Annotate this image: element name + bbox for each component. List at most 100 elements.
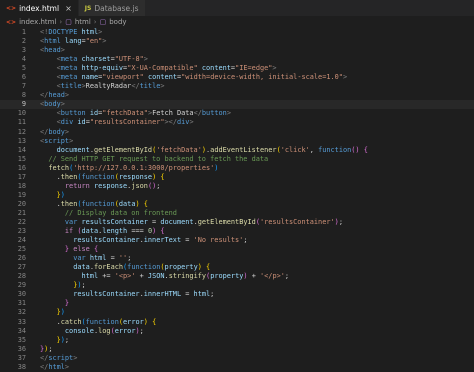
code-line[interactable]: 38 </html> bbox=[0, 363, 474, 372]
code-token: function bbox=[81, 172, 115, 181]
code-line[interactable]: 34 console.log(error); bbox=[0, 327, 474, 336]
code-line[interactable]: 33 .catch(function(error) { bbox=[0, 318, 474, 327]
code-text: document.getElementById('fetchData').add… bbox=[40, 146, 474, 155]
code-line[interactable]: 6 <meta name="viewport" content="width=d… bbox=[0, 73, 474, 82]
breadcrumb-item-html[interactable]: html bbox=[75, 18, 91, 26]
code-line[interactable]: 17 .then(function(response) { bbox=[0, 173, 474, 182]
code-line[interactable]: 32 }) bbox=[0, 308, 474, 317]
code-token: // Display data on frontend bbox=[64, 208, 177, 217]
code-token: lang bbox=[64, 37, 82, 46]
code-line[interactable]: 21 // Display data on frontend bbox=[0, 209, 474, 218]
code-text: } else { bbox=[40, 245, 474, 254]
code-token: charset bbox=[81, 55, 111, 64]
code-token: > bbox=[73, 353, 78, 362]
code-token: '<p>' bbox=[114, 272, 136, 281]
code-token: title bbox=[60, 82, 82, 91]
code-token: script bbox=[44, 136, 70, 145]
code-token: then bbox=[60, 199, 78, 208]
code-line[interactable]: 35 }); bbox=[0, 336, 474, 345]
code-token: 'click' bbox=[280, 145, 310, 154]
code-token: json bbox=[131, 181, 148, 190]
code-line[interactable]: 37 </script> bbox=[0, 354, 474, 363]
code-line[interactable]: 24 resultsContainer.innerText = 'No resu… bbox=[0, 236, 474, 245]
code-line[interactable]: 15 // Send HTTP GET request to backend t… bbox=[0, 155, 474, 164]
breadcrumb-file[interactable]: index.html bbox=[19, 18, 56, 26]
code-token: > bbox=[60, 100, 65, 109]
code-token: = bbox=[181, 290, 194, 299]
breadcrumb-item-body[interactable]: body bbox=[109, 18, 126, 26]
code-line[interactable]: 10 <button id="fetchData">Fetch Data</bu… bbox=[0, 109, 474, 118]
code-token: resultsContainer bbox=[73, 236, 140, 245]
code-line[interactable]: 8 </head> bbox=[0, 91, 474, 100]
code-editor[interactable]: 1 <!DOCTYPE html> 2 <html lang="en"> 3 <head>… bbox=[0, 28, 474, 372]
code-line[interactable]: 14 document.getElementById('fetchData').… bbox=[0, 146, 474, 155]
breadcrumb: <> index.html › ▢ html › ▢ body bbox=[0, 16, 474, 28]
code-line[interactable]: 18 return response.json(); bbox=[0, 182, 474, 191]
code-text: </body> bbox=[40, 128, 474, 137]
line-number: 33 bbox=[17, 317, 26, 326]
code-line[interactable]: 31 } bbox=[0, 299, 474, 308]
code-line[interactable]: 25 } else { bbox=[0, 245, 474, 254]
code-text: resultsContainer.innerText = 'No results… bbox=[40, 236, 474, 245]
code-line[interactable]: 3 <head> bbox=[0, 46, 474, 55]
js-file-icon: JS bbox=[84, 4, 92, 12]
tab-database-js[interactable]: JS Database.js bbox=[78, 0, 146, 16]
code-token: ; bbox=[127, 254, 132, 263]
code-line[interactable]: 29 }); bbox=[0, 281, 474, 290]
code-line[interactable]: 13 <script> bbox=[0, 137, 474, 146]
tab-index-html[interactable]: <> index.html × bbox=[0, 0, 79, 16]
code-text: }) bbox=[40, 191, 474, 200]
code-token: ; bbox=[81, 281, 86, 290]
code-token: "fetchData" bbox=[102, 109, 148, 118]
line-number: 30 bbox=[17, 290, 26, 299]
code-line[interactable]: 36}); bbox=[0, 345, 474, 354]
code-token: () bbox=[351, 145, 360, 154]
line-number: 11 bbox=[17, 118, 26, 127]
code-line[interactable]: 4 <meta charset="UTF-8"> bbox=[0, 55, 474, 64]
code-token: + bbox=[247, 272, 260, 281]
code-line[interactable]: 27 data.forEach(function(property) { bbox=[0, 263, 474, 272]
code-token: var bbox=[64, 217, 78, 226]
code-line[interactable]: 30 resultsContainer.innerHTML = html; bbox=[0, 290, 474, 299]
code-line[interactable]: 5 <meta http-equiv="X-UA-Compatible" con… bbox=[0, 64, 474, 73]
line-number: 18 bbox=[17, 181, 26, 190]
code-line[interactable]: 7 <title>RealtyRadar</title> bbox=[0, 82, 474, 91]
code-token: { bbox=[152, 317, 157, 326]
line-number: 34 bbox=[17, 326, 26, 335]
code-line[interactable]: 23 if (data.length === 0) { bbox=[0, 227, 474, 236]
code-line[interactable]: 1 <!DOCTYPE html> bbox=[0, 28, 474, 37]
code-text: }); bbox=[40, 281, 474, 290]
code-token: var bbox=[73, 254, 86, 263]
code-token: meta bbox=[60, 73, 78, 82]
code-line[interactable]: 16 fetch('http://127.0.0.1:3000/properti… bbox=[0, 164, 474, 173]
html-file-icon: <> bbox=[6, 18, 17, 26]
code-token: > bbox=[64, 127, 70, 136]
close-icon[interactable]: × bbox=[65, 4, 72, 13]
code-token: '' bbox=[118, 254, 128, 263]
code-line[interactable]: 9 <body> bbox=[0, 100, 474, 110]
code-line[interactable]: 26 var html = ''; bbox=[0, 254, 474, 263]
code-text: <head> bbox=[40, 46, 474, 55]
line-number: 4 bbox=[21, 55, 26, 64]
breadcrumb-separator: › bbox=[59, 18, 63, 26]
code-token: div bbox=[176, 118, 190, 127]
code-line[interactable]: 2 <html lang="en"> bbox=[0, 37, 474, 46]
code-line[interactable]: 22 var resultsContainer = document.getEl… bbox=[0, 218, 474, 227]
code-line[interactable]: 12 </body> bbox=[0, 128, 474, 137]
code-token: function bbox=[81, 199, 115, 208]
line-number: 15 bbox=[17, 154, 26, 163]
code-line[interactable]: 20 .then(function(data) { bbox=[0, 200, 474, 209]
code-text: </head> bbox=[40, 91, 474, 100]
code-token: response bbox=[93, 181, 128, 190]
code-line[interactable]: 28 html += '<p>' + JSON.stringify(proper… bbox=[0, 272, 474, 281]
code-line[interactable]: 19 }) bbox=[0, 191, 474, 200]
code-line[interactable]: 11 <div id="resultsContainer"></div> bbox=[0, 118, 474, 127]
code-token: ></ bbox=[164, 118, 177, 127]
code-token: meta bbox=[60, 55, 78, 64]
line-number: 2 bbox=[21, 37, 26, 46]
code-token: = bbox=[106, 254, 119, 263]
code-token: property bbox=[164, 263, 198, 272]
code-token: 'No results' bbox=[193, 236, 244, 245]
